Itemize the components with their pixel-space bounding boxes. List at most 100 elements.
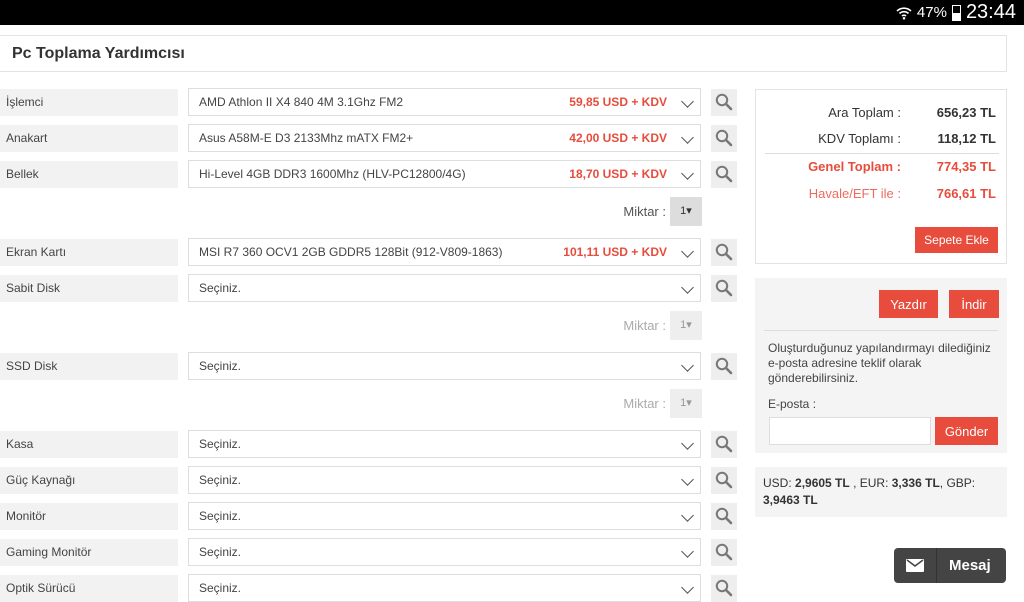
send-button[interactable]: Gönder bbox=[935, 417, 998, 445]
share-description: Oluşturduğunuz yapılandırmayı dilediğini… bbox=[768, 341, 991, 385]
search-icon bbox=[715, 93, 733, 111]
quantity-select[interactable]: Miktar : 1▾ bbox=[560, 197, 702, 226]
search-button[interactable] bbox=[711, 467, 737, 494]
battery-icon bbox=[951, 4, 961, 21]
usd-label: USD: bbox=[763, 476, 792, 490]
component-label: SSD Disk bbox=[0, 353, 178, 380]
email-input[interactable] bbox=[769, 417, 931, 445]
search-button[interactable] bbox=[711, 161, 737, 188]
component-label: Gaming Monitör bbox=[0, 539, 178, 566]
chevron-down-icon bbox=[681, 509, 694, 522]
selected-value: Hi-Level 4GB DDR3 1600Mhz (HLV-PC12800/4… bbox=[199, 167, 466, 181]
component-select[interactable]: Seçiniz. bbox=[188, 430, 701, 458]
search-icon bbox=[715, 507, 733, 525]
divider bbox=[764, 330, 998, 331]
component-label: Sabit Disk bbox=[0, 275, 178, 302]
component-label: Anakart bbox=[0, 125, 178, 152]
search-icon bbox=[715, 435, 733, 453]
selected-value: MSI R7 360 OCV1 2GB GDDR5 128Bit (912-V8… bbox=[199, 245, 503, 259]
print-button[interactable]: Yazdır bbox=[879, 290, 938, 318]
component-label: İşlemci bbox=[0, 89, 178, 116]
component-select[interactable]: Seçiniz. bbox=[188, 538, 701, 566]
component-label: Monitör bbox=[0, 503, 178, 530]
chevron-down-icon bbox=[681, 437, 694, 450]
search-icon bbox=[715, 129, 733, 147]
quantity-label: Miktar : bbox=[623, 396, 666, 411]
component-label: Optik Sürücü bbox=[0, 575, 178, 602]
search-icon bbox=[715, 357, 733, 375]
email-label: E-posta : bbox=[768, 397, 817, 411]
vat-value: 118,12 TL bbox=[937, 131, 996, 146]
chevron-down-icon bbox=[681, 473, 694, 486]
exchange-rates: USD: 2,9605 TL , EUR: 3,336 TL, GBP: 3,9… bbox=[755, 467, 1007, 517]
component-select[interactable]: Seçiniz. bbox=[188, 274, 701, 302]
eur-label: , EUR: bbox=[853, 476, 889, 490]
component-label: Güç Kaynağı bbox=[0, 467, 178, 494]
page-title: Pc Toplama Yardımcısı bbox=[0, 35, 1007, 72]
selected-value: AMD Athlon II X4 840 4M 3.1Ghz FM2 bbox=[199, 95, 404, 109]
chevron-down-icon bbox=[681, 245, 694, 258]
divider bbox=[765, 153, 999, 154]
selected-value: Seçiniz. bbox=[199, 581, 242, 595]
search-button[interactable] bbox=[711, 431, 737, 458]
quantity-label: Miktar : bbox=[623, 318, 666, 333]
quantity-select: Miktar : 1▾ bbox=[560, 311, 702, 340]
transfer-value: 766,61 TL bbox=[936, 186, 996, 201]
quantity-label: Miktar : bbox=[623, 204, 666, 219]
chevron-down-icon bbox=[681, 581, 694, 594]
search-button[interactable] bbox=[711, 125, 737, 152]
gbp-label: , GBP: bbox=[939, 476, 976, 490]
search-button[interactable] bbox=[711, 353, 737, 380]
price-text: 59,85 USD + KDV bbox=[569, 95, 667, 109]
search-button[interactable] bbox=[711, 539, 737, 566]
search-button[interactable] bbox=[711, 239, 737, 266]
chevron-down-icon bbox=[681, 95, 694, 108]
component-select[interactable]: Hi-Level 4GB DDR3 1600Mhz (HLV-PC12800/4… bbox=[188, 160, 701, 188]
selected-value: Seçiniz. bbox=[199, 509, 242, 523]
component-label: Bellek bbox=[0, 161, 178, 188]
add-to-cart-button[interactable]: Sepete Ekle bbox=[915, 227, 998, 253]
selected-value: Asus A58M-E D3 2133Mhz mATX FM2+ bbox=[199, 131, 414, 145]
selected-value: Seçiniz. bbox=[199, 545, 242, 559]
quantity-value: 1▾ bbox=[670, 389, 702, 418]
quantity-value: 1▾ bbox=[670, 197, 702, 226]
chevron-down-icon bbox=[681, 281, 694, 294]
search-button[interactable] bbox=[711, 575, 737, 602]
message-button[interactable]: Mesaj bbox=[894, 548, 1006, 583]
subtotal-value: 656,23 TL bbox=[936, 105, 996, 120]
share-panel: Yazdır İndir Oluşturduğunuz yapılandırma… bbox=[755, 278, 1007, 453]
component-select[interactable]: Seçiniz. bbox=[188, 466, 701, 494]
chevron-down-icon bbox=[681, 545, 694, 558]
gbp-rate: 3,9463 TL bbox=[763, 493, 818, 507]
component-select[interactable]: MSI R7 360 OCV1 2GB GDDR5 128Bit (912-V8… bbox=[188, 238, 701, 266]
search-icon bbox=[715, 543, 733, 561]
vat-label: KDV Toplamı : bbox=[818, 131, 901, 146]
component-select[interactable]: Seçiniz. bbox=[188, 574, 701, 602]
selected-value: Seçiniz. bbox=[199, 281, 242, 295]
grand-total-label: Genel Toplam : bbox=[808, 159, 901, 174]
selected-value: Seçiniz. bbox=[199, 437, 242, 451]
chevron-down-icon bbox=[681, 359, 694, 372]
envelope-icon bbox=[906, 559, 924, 572]
component-select[interactable]: Seçiniz. bbox=[188, 502, 701, 530]
message-label: Mesaj bbox=[949, 557, 991, 574]
search-button[interactable] bbox=[711, 503, 737, 530]
subtotal-label: Ara Toplam : bbox=[828, 105, 901, 120]
download-button[interactable]: İndir bbox=[949, 290, 999, 318]
quantity-value: 1▾ bbox=[670, 311, 702, 340]
component-select[interactable]: AMD Athlon II X4 840 4M 3.1Ghz FM2 59,85 … bbox=[188, 88, 701, 116]
summary-panel: Ara Toplam : 656,23 TL KDV Toplamı : 118,1… bbox=[755, 89, 1007, 264]
search-button[interactable] bbox=[711, 275, 737, 302]
eur-rate: 3,336 TL bbox=[891, 476, 940, 490]
search-button[interactable] bbox=[711, 89, 737, 116]
status-bar: 47% 23:44 bbox=[0, 0, 1024, 25]
component-label: Kasa bbox=[0, 431, 178, 458]
chevron-down-icon bbox=[681, 167, 694, 180]
transfer-label: Havale/EFT ile : bbox=[808, 186, 901, 201]
selected-value: Seçiniz. bbox=[199, 473, 242, 487]
component-select[interactable]: Seçiniz. bbox=[188, 352, 701, 380]
component-select[interactable]: Asus A58M-E D3 2133Mhz mATX FM2+ 42,00 US… bbox=[188, 124, 701, 152]
search-icon bbox=[715, 243, 733, 261]
search-icon bbox=[715, 165, 733, 183]
price-text: 101,11 USD + KDV bbox=[563, 245, 667, 259]
